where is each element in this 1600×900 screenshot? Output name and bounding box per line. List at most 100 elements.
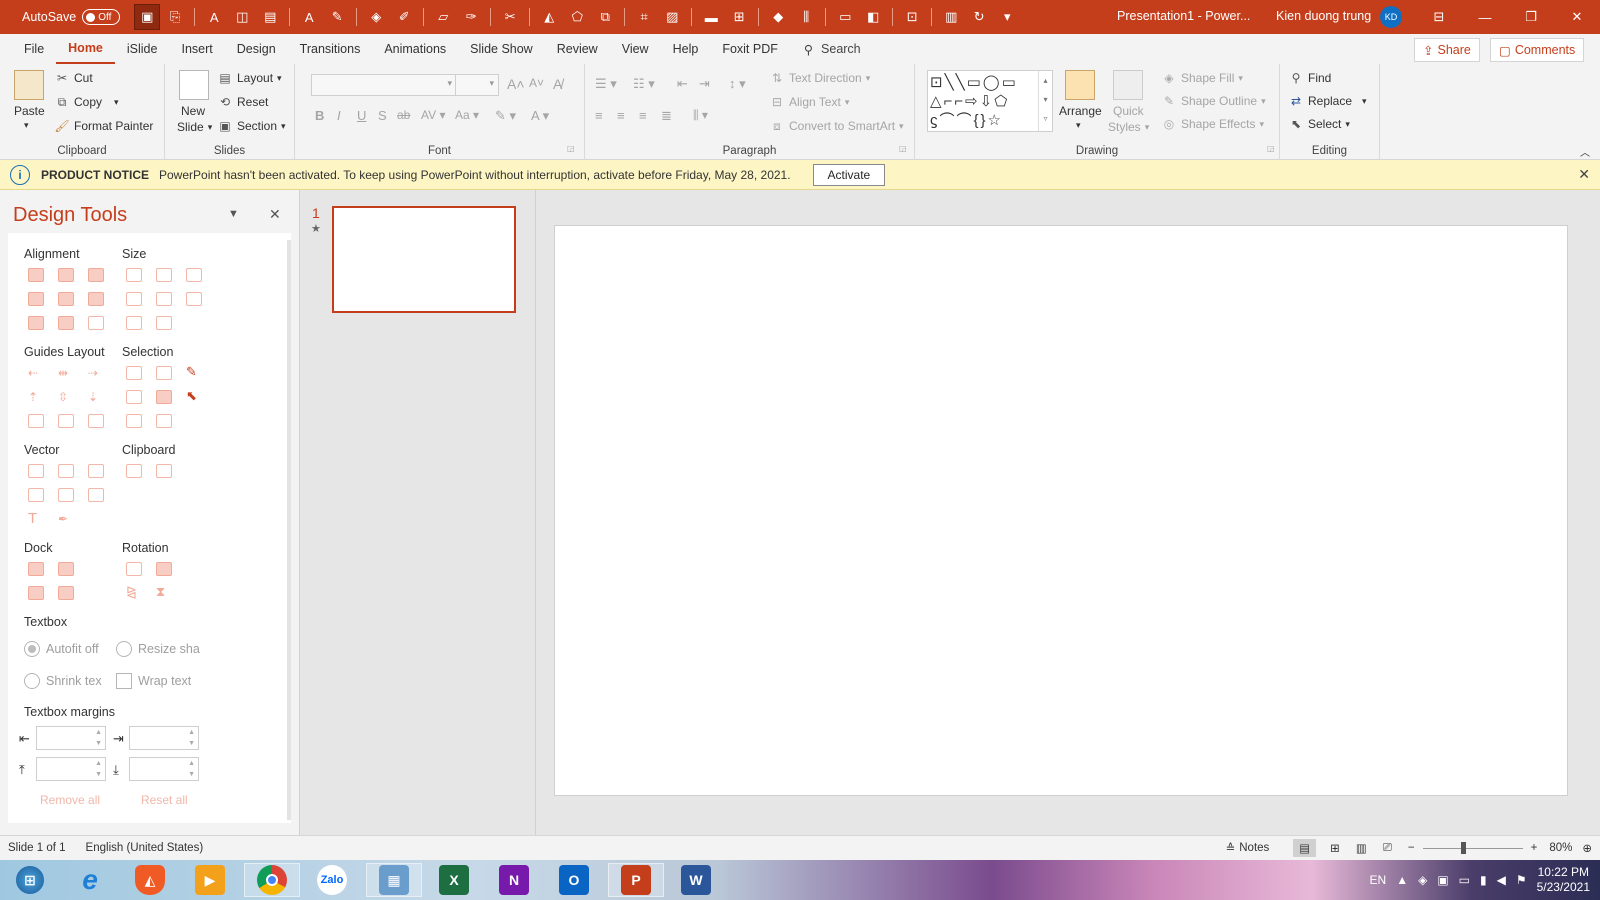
avatar[interactable]: KD [1380,6,1402,28]
clock[interactable]: 10:22 PM 5/23/2021 [1537,865,1590,895]
remove-all-link[interactable]: Remove all [40,793,100,807]
merge-shapes-icon[interactable]: ◭ [536,4,562,30]
text-to-vector-icon[interactable]: T [28,510,44,527]
select-group-icon[interactable] [126,390,142,404]
guide-spread-v-icon[interactable] [58,414,74,428]
shapes-gallery-icons[interactable]: ⊡╲╲▭◯▭ △⌐⌐⇨⇩⬠ ϛ⌒⌒{}☆ [930,73,1036,130]
align-right-icon[interactable]: ≡ [639,108,647,123]
slide-canvas[interactable] [554,225,1568,796]
fit-width-icon[interactable] [126,292,142,306]
guide-grid-icon[interactable] [88,414,104,428]
select-inverse-icon[interactable] [126,414,142,428]
magic-wand-icon[interactable]: ✎ [186,364,202,379]
layers-icon[interactable]: ◆ [765,4,791,30]
shape-icon[interactable]: ⬠ [564,4,590,30]
decrease-font-icon[interactable]: A˅ [529,76,544,90]
internet-explorer-icon[interactable]: e [62,863,118,897]
new-slide-icon[interactable] [179,70,209,100]
vector-combine-icon[interactable] [58,464,74,478]
font-size-combo[interactable]: ▾ [455,74,499,96]
convert-smartart-button[interactable]: ⧈ Convert to SmartArt ▾ [769,118,903,134]
underline-icon[interactable]: U [357,108,366,123]
margin-left-input[interactable]: ▲ ▼ [36,726,106,750]
copy-position-icon[interactable] [126,464,142,478]
fit-height-icon[interactable] [156,292,172,306]
copy-button[interactable]: ⧉ Copy ▾ [54,94,119,110]
arrange-dropdown-icon[interactable]: ▾ [1076,120,1081,131]
shapes-gallery[interactable]: ⊡╲╲▭◯▭ △⌐⌐⇨⇩⬠ ϛ⌒⌒{}☆ ▴ ▾ ▿ [927,70,1053,132]
text-direction-button[interactable]: ⇅ Text Direction ▾ [769,70,870,86]
reset-all-link[interactable]: Reset all [141,793,188,807]
highlight-icon[interactable]: ✎ [324,4,350,30]
ribbon-display-icon[interactable]: ⊟ [1416,0,1462,34]
device-icon[interactable]: ▣ [1437,873,1448,887]
shadow-icon[interactable]: S [378,108,387,123]
tab-foxit-pdf[interactable]: Foxit PDF [710,34,790,64]
restore-icon[interactable]: ❐ [1508,0,1554,34]
export-pdf-icon[interactable]: ⎘ [162,4,188,30]
flip-vertical-icon[interactable]: ⧗ [156,584,172,599]
shape-outline-button[interactable]: ✎ Shape Outline ▾ [1161,93,1266,109]
autosave-control[interactable]: AutoSave Off [0,9,121,25]
flip-horizontal-icon[interactable]: ⧎ [126,584,142,599]
columns-icon[interactable]: ⫼ ▾ [693,108,708,123]
margin-top-input[interactable]: ▲ ▼ [36,757,106,781]
vector-pen-icon[interactable]: ✒ [58,512,74,526]
select-fill-icon[interactable] [156,390,172,404]
tab-animations[interactable]: Animations [372,34,458,64]
screenshot-icon[interactable]: ⊡ [899,4,925,30]
tab-view[interactable]: View [610,34,661,64]
eyedropper-icon[interactable]: ✐ [391,4,417,30]
vector-fragment-icon[interactable] [88,464,104,478]
tab-insert[interactable]: Insert [169,34,224,64]
guide-left-icon[interactable]: ⇠ [28,366,44,380]
rotate-right-icon[interactable] [156,562,172,576]
align-center-icon[interactable]: ≡ [617,108,625,123]
duplicate-icon[interactable]: ⧉ [592,4,618,30]
comments-button[interactable]: ▢ Comments [1490,38,1585,62]
quick-styles-icon[interactable] [1113,70,1143,100]
align-middle-tool-icon[interactable] [58,292,74,306]
autofit-off-option[interactable]: Autofit off [24,641,99,657]
close-window-icon[interactable]: ✕ [1554,0,1600,34]
section-button[interactable]: ▣ Section ▾ [217,118,285,134]
dock-top-icon[interactable] [28,586,44,600]
picture-icon[interactable]: ▤ [257,4,283,30]
align-icon[interactable]: ▬ [698,4,724,30]
start-button[interactable]: ⊞ [2,863,58,897]
tab-file[interactable]: File [12,34,56,64]
zoom-in-icon[interactable]: + [1531,842,1538,854]
dock-left-icon[interactable] [28,562,44,576]
paste-icon[interactable] [14,70,44,100]
paste-position-icon[interactable] [156,464,172,478]
replace-button[interactable]: ⇄ Replace ▾ [1288,93,1367,109]
distribute-vertical-icon[interactable] [58,316,74,330]
reset-button[interactable]: ⟲ Reset [217,94,268,110]
arrange-button[interactable]: Arrange [1059,104,1102,118]
power-icon[interactable]: ▭ [1459,873,1470,887]
font-color-icon[interactable]: A ▾ [531,108,549,124]
volume-icon[interactable]: ◀ [1497,873,1506,887]
onenote-icon[interactable]: N [486,863,542,897]
redo-icon[interactable]: ↻ [966,4,992,30]
vector-split-icon[interactable] [88,488,104,502]
guide-spread-h-icon[interactable] [28,414,44,428]
align-top-tool-icon[interactable] [28,292,44,306]
rotate-left-icon[interactable] [126,562,142,576]
align-right-tool-icon[interactable] [88,268,104,282]
pane-scrollbar[interactable] [287,240,291,820]
user-name[interactable]: Kien duong trung [1276,9,1371,23]
resize-shape-option[interactable]: Resize sha [116,641,200,657]
guide-center-icon[interactable]: ⇹ [58,366,74,380]
image-icon[interactable]: ▨ [659,4,685,30]
find-button[interactable]: ⚲ Find [1288,70,1332,86]
language-status[interactable]: English (United States) [86,842,204,854]
change-case-icon[interactable]: Aa ▾ [455,108,479,122]
notes-icon[interactable]: ▥ [938,4,964,30]
outlook-icon[interactable]: O [546,863,602,897]
minimize-icon[interactable]: — [1462,0,1508,34]
guide-bottom-icon[interactable]: ⇣ [88,390,104,404]
wrap-text-checkbox[interactable]: Wrap text [116,673,191,689]
strikethrough-icon[interactable]: ab [397,108,410,122]
customize-qat-icon[interactable]: ▾ [994,4,1020,30]
